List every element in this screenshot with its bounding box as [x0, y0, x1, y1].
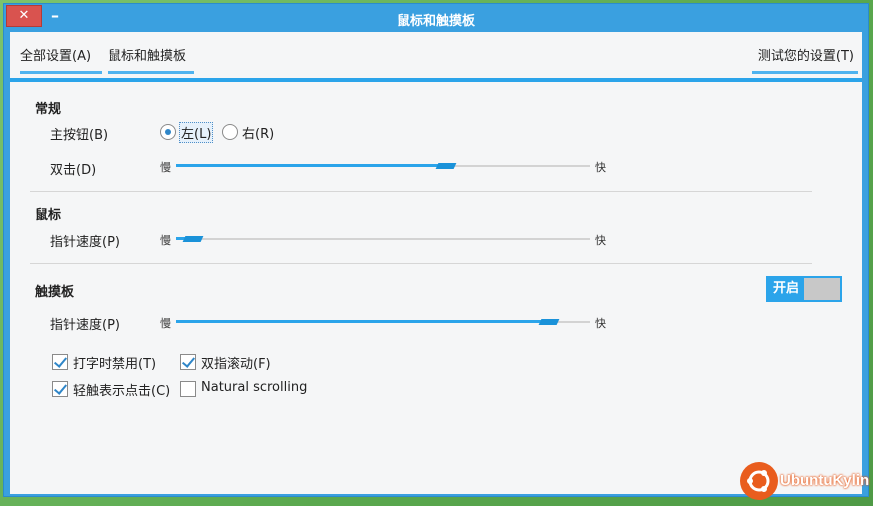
disable-while-typing-label[interactable]: 打字时禁用(T) [73, 353, 156, 372]
radio-left-label[interactable]: 左(L) [179, 122, 214, 143]
natural-scrolling-checkbox[interactable] [180, 381, 196, 397]
divider [30, 263, 812, 264]
touchpad-speed-fast-label: 快 [595, 317, 606, 330]
mouse-speed-slider[interactable] [176, 238, 590, 240]
nav-all-settings[interactable]: 全部设置(A) [20, 45, 102, 74]
mouse-speed-fast-label: 快 [595, 234, 606, 247]
natural-scrolling-label[interactable]: Natural scrolling [201, 380, 307, 395]
mouse-speed-slow-label: 慢 [160, 234, 171, 247]
logo-circle-icon [740, 462, 778, 500]
radio-right-label[interactable]: 右(R) [242, 123, 274, 142]
settings-panel: 全部设置(A) 鼠标和触摸板 测试您的设置(T) 常规 主按钮(B) 左(L) … [10, 32, 862, 494]
window-title: 鼠标和触摸板 [396, 14, 475, 29]
divider [30, 191, 812, 192]
two-finger-scroll-label[interactable]: 双指滚动(F) [201, 353, 271, 372]
touchpad-toggle-on-label: 开启 [768, 278, 804, 300]
disable-while-typing-checkbox[interactable] [52, 354, 68, 370]
section-mouse-title: 鼠标 [35, 208, 62, 223]
touchpad-speed-slider-handle[interactable] [538, 319, 560, 325]
double-click-slider-fill [176, 164, 447, 167]
nav-separator [10, 78, 862, 82]
touchpad-toggle[interactable]: 开启 [766, 276, 842, 302]
nav-all-settings-label: 全部设置(A) [20, 49, 92, 64]
touchpad-pointer-speed-label: 指针速度(P) [50, 318, 120, 333]
section-general-title: 常规 [35, 102, 62, 117]
breadcrumb: 全部设置(A) 鼠标和触摸板 测试您的设置(T) [10, 32, 862, 78]
touchpad-speed-slow-label: 慢 [160, 317, 171, 330]
radio-right[interactable] [222, 124, 238, 140]
title-bar: ✕ – 鼠标和触摸板 [4, 4, 868, 32]
nav-mouse-touchpad[interactable]: 鼠标和触摸板 [108, 45, 194, 74]
test-settings-button[interactable]: 测试您的设置(T) [752, 45, 858, 74]
two-finger-scroll-checkbox[interactable] [180, 354, 196, 370]
tap-to-click-label[interactable]: 轻触表示点击(C) [73, 380, 170, 399]
radio-left[interactable] [160, 124, 176, 140]
double-click-slow-label: 慢 [160, 161, 171, 174]
double-click-slider-handle[interactable] [435, 163, 457, 169]
section-touchpad-title: 触摸板 [35, 285, 75, 300]
primary-button-label: 主按钮(B) [50, 128, 109, 143]
logo-text: UbuntuKylin [780, 472, 870, 489]
tap-to-click-checkbox[interactable] [52, 381, 68, 397]
ubuntu-logo-icon [747, 470, 770, 492]
touchpad-speed-slider-fill [176, 320, 550, 323]
mouse-speed-slider-handle[interactable] [182, 236, 204, 242]
test-settings-label: 测试您的设置(T) [757, 49, 854, 64]
window: ✕ – 鼠标和触摸板 全部设置(A) 鼠标和触摸板 测试您的设置(T) 常规 主… [3, 3, 869, 497]
nav-mouse-touchpad-label: 鼠标和触摸板 [108, 49, 187, 64]
mouse-pointer-speed-label: 指针速度(P) [50, 235, 120, 250]
double-click-fast-label: 快 [595, 161, 606, 174]
double-click-label: 双击(D) [50, 163, 97, 178]
ubuntukylin-logo: UbuntuKylin [740, 462, 870, 502]
